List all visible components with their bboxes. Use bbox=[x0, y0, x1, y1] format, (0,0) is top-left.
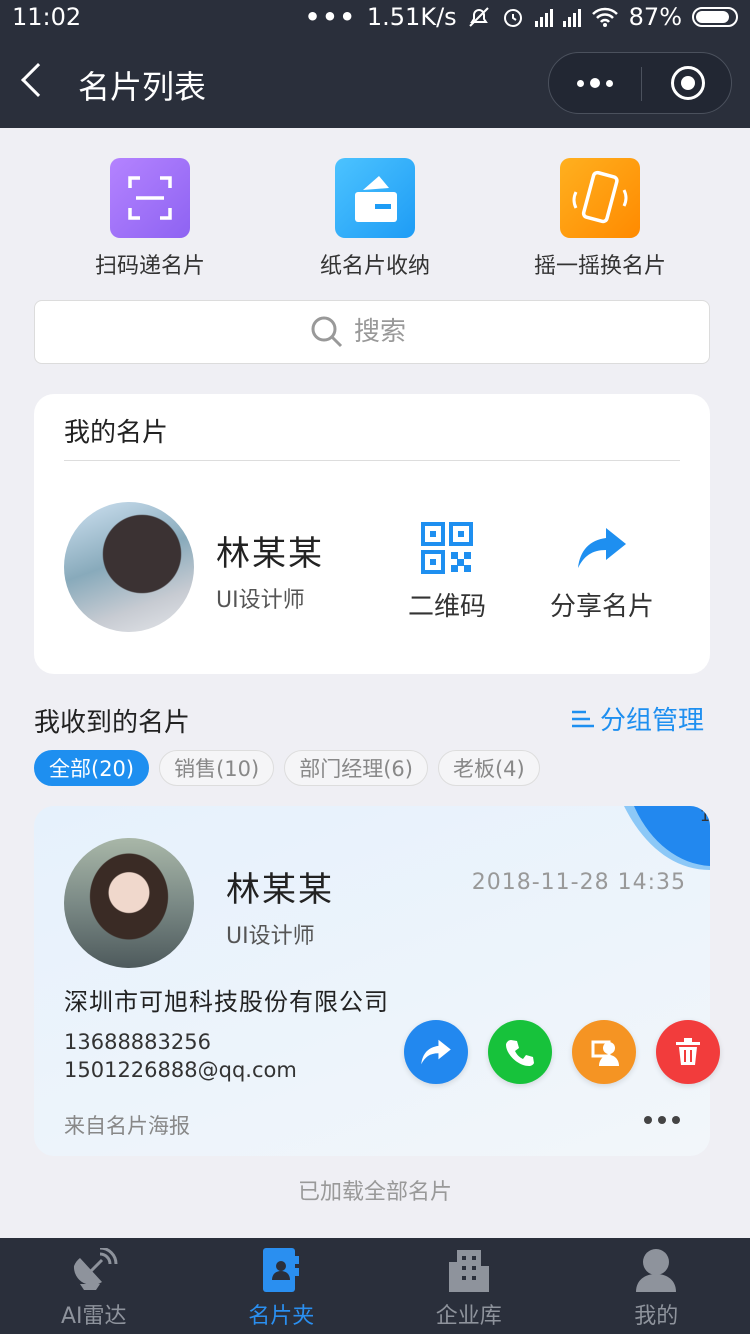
share-card-label: 分享名片 bbox=[549, 592, 654, 622]
my-card-panel: 我的名片 林某某 UI设计师 二维码 分享名片 bbox=[34, 394, 710, 674]
my-card-title: UI设计师 bbox=[216, 588, 305, 613]
trash-icon bbox=[676, 1038, 700, 1065]
alarm-icon bbox=[503, 9, 522, 27]
card-source: 来自名片海报 bbox=[64, 1114, 190, 1138]
filter-chip-boss[interactable]: 老板(4) bbox=[437, 750, 540, 786]
search-icon bbox=[311, 316, 343, 348]
paper-card-icon bbox=[335, 158, 415, 238]
corner-badge bbox=[624, 806, 710, 870]
signal-icon bbox=[534, 7, 553, 27]
building-icon bbox=[448, 1250, 489, 1292]
contact-phone: 13688883256 bbox=[64, 1030, 211, 1054]
share-contact-button[interactable] bbox=[404, 1020, 468, 1084]
filter-chip-sales[interactable]: 销售(10) bbox=[159, 750, 275, 786]
filter-chips: 全部(20) 销售(10) 部门经理(6) 老板(4) bbox=[34, 750, 540, 786]
more-options-icon[interactable] bbox=[644, 1116, 680, 1124]
group-manage-link[interactable]: 分组管理 bbox=[572, 700, 704, 737]
delete-button[interactable] bbox=[656, 1020, 720, 1084]
filter-chip-managers[interactable]: 部门经理(6) bbox=[284, 750, 428, 786]
my-card-header: 我的名片 bbox=[64, 418, 169, 448]
phone-icon bbox=[506, 1040, 534, 1066]
network-speed: 1.51K/s bbox=[366, 3, 457, 31]
menu-dots-icon[interactable] bbox=[575, 69, 615, 97]
contact-card[interactable]: 1 林某某 UI设计师 2018-11-28 14:35 深圳市可旭科技股份有限… bbox=[34, 806, 710, 1156]
wifi-icon bbox=[591, 7, 618, 27]
shake-exchange-action[interactable]: 摇一摇换名片 bbox=[510, 158, 690, 280]
all-loaded-text: 已加载全部名片 bbox=[297, 1180, 452, 1205]
search-input[interactable] bbox=[354, 317, 434, 347]
user-icon bbox=[636, 1249, 677, 1292]
status-bar: 11:02 ••• 1.51K/s 87% bbox=[0, 0, 750, 34]
scan-card-action[interactable]: 扫码递名片 bbox=[60, 158, 240, 280]
received-cards-title: 我收到的名片 bbox=[34, 708, 191, 738]
qr-code-button[interactable]: 二维码 bbox=[382, 522, 512, 623]
quick-action-label: 扫码递名片 bbox=[94, 254, 205, 279]
save-contact-button[interactable] bbox=[572, 1020, 636, 1084]
avatar[interactable] bbox=[64, 502, 194, 632]
page-title: 名片列表 bbox=[78, 68, 207, 106]
scan-icon bbox=[110, 158, 190, 238]
capsule-divider bbox=[641, 67, 642, 101]
tab-ai-radar[interactable]: AI雷达 bbox=[0, 1238, 188, 1334]
close-target-icon[interactable] bbox=[671, 66, 705, 100]
received-time: 2018-11-28 14:35 bbox=[471, 870, 686, 895]
mute-icon bbox=[468, 7, 489, 27]
avatar[interactable] bbox=[64, 838, 194, 968]
nav-bar: 名片列表 bbox=[0, 34, 750, 128]
tab-label: 企业库 bbox=[435, 1304, 502, 1329]
contact-icon bbox=[591, 1040, 619, 1066]
battery-icon bbox=[692, 7, 738, 27]
unread-count: 1 bbox=[699, 806, 710, 825]
paper-card-action[interactable]: 纸名片收纳 bbox=[285, 158, 465, 280]
share-arrow-icon bbox=[578, 528, 626, 568]
group-manage-label: 分组管理 bbox=[600, 706, 705, 736]
mini-program-capsule bbox=[548, 52, 732, 114]
contact-company: 深圳市可旭科技股份有限公司 bbox=[64, 988, 389, 1016]
quick-action-label: 纸名片收纳 bbox=[319, 254, 430, 279]
my-card-name: 林某某 bbox=[216, 534, 324, 574]
tab-label: AI雷达 bbox=[60, 1304, 127, 1329]
tab-label: 我的 bbox=[634, 1304, 679, 1329]
call-button[interactable] bbox=[488, 1020, 552, 1084]
search-bar[interactable] bbox=[34, 300, 710, 364]
signal-icon bbox=[562, 7, 581, 27]
tab-me[interactable]: 我的 bbox=[563, 1238, 750, 1334]
tab-enterprise[interactable]: 企业库 bbox=[375, 1238, 563, 1334]
qr-code-icon bbox=[421, 522, 473, 574]
contact-email: 1501226888@qq.com bbox=[64, 1058, 297, 1082]
quick-action-label: 摇一摇换名片 bbox=[533, 254, 666, 279]
battery-percent: 87% bbox=[628, 3, 682, 31]
filter-chip-all[interactable]: 全部(20) bbox=[34, 750, 150, 786]
divider bbox=[64, 460, 680, 461]
list-icon bbox=[572, 710, 594, 727]
status-time: 11:02 bbox=[12, 3, 82, 31]
card-holder-icon bbox=[263, 1248, 300, 1292]
shake-phone-icon bbox=[560, 158, 640, 238]
more-dots-icon: ••• bbox=[304, 3, 357, 31]
tab-bar: AI雷达 名片夹 企业库 我的 bbox=[0, 1238, 750, 1334]
contact-title: UI设计师 bbox=[226, 924, 315, 949]
radar-icon bbox=[73, 1248, 118, 1290]
share-arrow-icon bbox=[421, 1039, 451, 1065]
tab-label: 名片夹 bbox=[248, 1304, 315, 1329]
contact-name: 林某某 bbox=[226, 870, 334, 910]
tab-card-holder[interactable]: 名片夹 bbox=[188, 1238, 376, 1334]
qr-code-label: 二维码 bbox=[407, 592, 486, 622]
back-icon[interactable] bbox=[21, 63, 55, 97]
share-card-button[interactable]: 分享名片 bbox=[537, 522, 667, 623]
